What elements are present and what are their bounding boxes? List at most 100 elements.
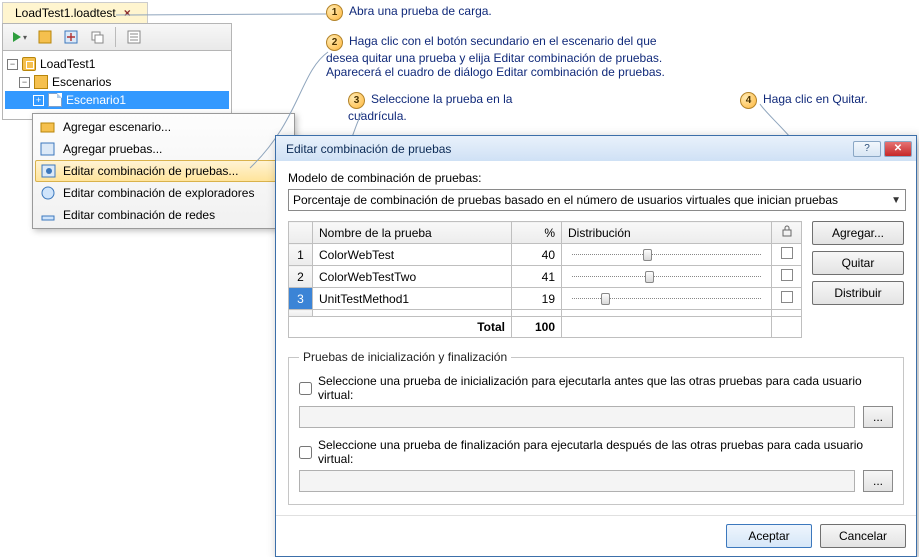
tab-row: LoadTest1.loadtest ×: [2, 2, 232, 23]
tree-view[interactable]: − LoadTest1 − Escenarios + Escenario1: [2, 51, 232, 120]
collapse-icon[interactable]: −: [19, 77, 30, 88]
model-value: Porcentaje de combinación de pruebas bas…: [293, 193, 838, 207]
close-icon[interactable]: ×: [120, 6, 135, 20]
copy-icon[interactable]: [87, 27, 107, 47]
add-test-icon[interactable]: [61, 27, 81, 47]
properties-icon[interactable]: [124, 27, 144, 47]
cell-pct[interactable]: 41: [512, 266, 562, 288]
add-button[interactable]: Agregar...: [812, 221, 904, 245]
toolbar-separator: [115, 27, 116, 47]
remove-button[interactable]: Quitar: [812, 251, 904, 275]
badge-1-icon: 1: [326, 4, 343, 21]
row-number[interactable]: 2: [289, 266, 313, 288]
ctx-add-tests[interactable]: Agregar pruebas...: [35, 138, 292, 160]
chevron-down-icon: ▼: [891, 195, 901, 206]
run-button[interactable]: ▾: [9, 27, 29, 47]
cell-dist[interactable]: [562, 266, 772, 288]
ctx-edit-test-mix[interactable]: Editar combinación de pruebas...: [35, 160, 292, 182]
col-lock[interactable]: [772, 222, 802, 244]
callout-3-text: Seleccione la prueba en la cuadrícula.: [348, 92, 512, 123]
badge-4-icon: 4: [740, 92, 757, 109]
cell-dist[interactable]: [562, 244, 772, 266]
expand-icon[interactable]: +: [33, 95, 44, 106]
ctx-edit-browser-mix[interactable]: Editar combinación de exploradores: [35, 182, 292, 204]
callout-2: 2Haga clic con el botón secundario en el…: [326, 34, 666, 79]
table-row[interactable]: 2 ColorWebTestTwo 41: [289, 266, 802, 288]
callout-1-text: Abra una prueba de carga.: [349, 4, 492, 18]
model-combobox[interactable]: Porcentaje de combinación de pruebas bas…: [288, 189, 906, 211]
cell-name[interactable]: ColorWebTest: [313, 244, 512, 266]
tree-scenario1[interactable]: + Escenario1: [5, 91, 229, 109]
network-icon: [40, 207, 56, 223]
collapse-icon[interactable]: −: [7, 59, 18, 70]
dialog-title: Editar combinación de pruebas: [280, 142, 850, 156]
col-pct[interactable]: %: [512, 222, 562, 244]
fin-check-label: Seleccione una prueba de finalización pa…: [318, 438, 893, 466]
cell-pct[interactable]: 40: [512, 244, 562, 266]
folder-plus-icon: [40, 119, 56, 135]
corner-header: [289, 222, 313, 244]
callout-4-text: Haga clic en Quitar.: [763, 92, 868, 106]
middle-area: Nombre de la prueba % Distribución 1 Col…: [288, 221, 904, 338]
init-test-field[interactable]: [299, 406, 855, 428]
ctx-add-scenario[interactable]: Agregar escenario...: [35, 116, 292, 138]
init-checkbox[interactable]: [299, 382, 312, 395]
dialog-footer: Aceptar Cancelar: [276, 515, 916, 556]
scenario-icon: [48, 93, 62, 107]
table-row[interactable]: 1 ColorWebTest 40: [289, 244, 802, 266]
init-input-row: ...: [299, 406, 893, 428]
fin-test-field[interactable]: [299, 470, 855, 492]
tree-root[interactable]: − LoadTest1: [5, 55, 229, 73]
tree-root-label: LoadTest1: [40, 57, 95, 71]
init-fin-group: Pruebas de inicialización y finalización…: [288, 350, 904, 505]
col-name[interactable]: Nombre de la prueba: [313, 222, 512, 244]
col-dist[interactable]: Distribución: [562, 222, 772, 244]
badge-2-icon: 2: [326, 34, 343, 51]
close-button[interactable]: ✕: [884, 141, 912, 157]
cell-lock[interactable]: [772, 266, 802, 288]
new-scenario-icon[interactable]: [35, 27, 55, 47]
callout-2-text: Haga clic con el botón secundario en el …: [326, 34, 665, 79]
cell-lock[interactable]: [772, 244, 802, 266]
cell-lock[interactable]: [772, 288, 802, 310]
badge-3-icon: 3: [348, 92, 365, 109]
row-number[interactable]: 1: [289, 244, 313, 266]
fin-browse-button[interactable]: ...: [863, 470, 893, 492]
ctx-label: Editar combinación de exploradores: [63, 186, 254, 200]
tree-scenarios-label: Escenarios: [52, 75, 111, 89]
edit-test-mix-dialog: Editar combinación de pruebas ? ✕ Modelo…: [275, 135, 917, 557]
row-number[interactable]: 3: [289, 288, 313, 310]
total-label: Total: [289, 317, 512, 338]
titlebar[interactable]: Editar combinación de pruebas ? ✕: [276, 136, 916, 161]
cell-pct[interactable]: 19: [512, 288, 562, 310]
cell-name[interactable]: UnitTestMethod1: [313, 288, 512, 310]
cell-dist[interactable]: [562, 288, 772, 310]
file-tab-label: LoadTest1.loadtest: [15, 6, 116, 20]
file-tab[interactable]: LoadTest1.loadtest ×: [2, 2, 148, 23]
ctx-edit-network-mix[interactable]: Editar combinación de redes: [35, 204, 292, 226]
fin-check-row: Seleccione una prueba de finalización pa…: [299, 438, 893, 466]
total-value: 100: [512, 317, 562, 338]
loadtest-icon: [22, 57, 36, 71]
table-row[interactable]: 3 UnitTestMethod1 19: [289, 288, 802, 310]
ctx-label: Agregar escenario...: [63, 120, 171, 134]
explorer-toolbar: ▾: [2, 23, 232, 51]
fin-checkbox[interactable]: [299, 446, 312, 459]
test-mix-grid[interactable]: Nombre de la prueba % Distribución 1 Col…: [288, 221, 802, 338]
tree-scenario1-label: Escenario1: [66, 93, 126, 107]
ctx-label: Editar combinación de redes: [63, 208, 215, 222]
tree-scenarios[interactable]: − Escenarios: [5, 73, 229, 91]
table-row-empty: [289, 310, 802, 317]
callout-4: 4 Haga clic en Quitar.: [740, 92, 868, 109]
folder-icon: [34, 75, 48, 89]
ok-button[interactable]: Aceptar: [726, 524, 812, 548]
context-menu: Agregar escenario... Agregar pruebas... …: [32, 113, 295, 229]
group-legend: Pruebas de inicialización y finalización: [299, 350, 511, 364]
model-label: Modelo de combinación de pruebas:: [288, 171, 904, 185]
init-browse-button[interactable]: ...: [863, 406, 893, 428]
cancel-button[interactable]: Cancelar: [820, 524, 906, 548]
distribute-button[interactable]: Distribuir: [812, 281, 904, 305]
mix-icon: [41, 163, 57, 179]
help-button[interactable]: ?: [853, 141, 881, 157]
cell-name[interactable]: ColorWebTestTwo: [313, 266, 512, 288]
